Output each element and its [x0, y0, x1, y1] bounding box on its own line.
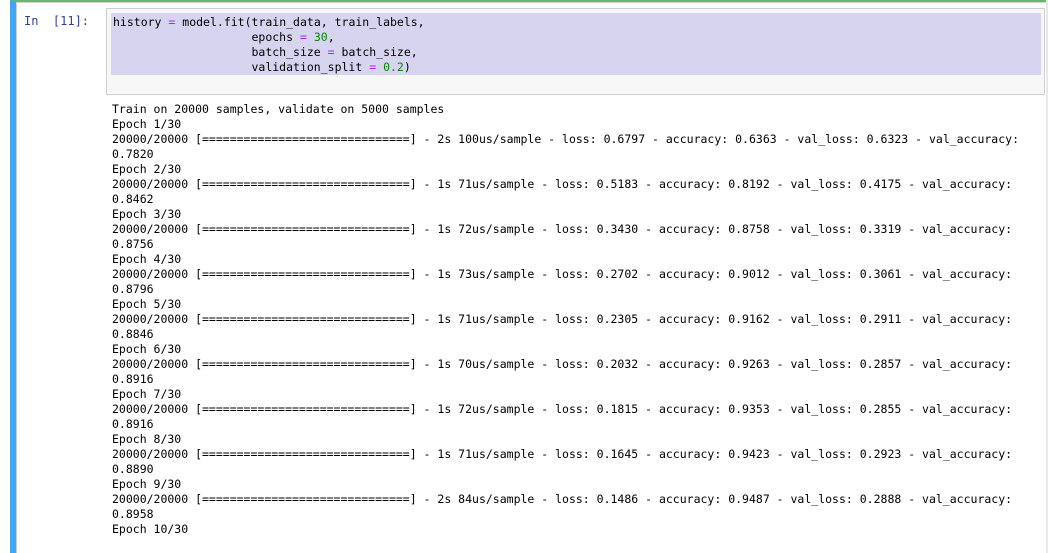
- code-operator: =: [168, 15, 176, 29]
- notebook-page: In [11]: history = model.fit(train_data,…: [0, 0, 1048, 553]
- output-line: Epoch 5/30: [112, 297, 182, 311]
- code-text[interactable]: history = model.fit(train_data, train_la…: [113, 15, 425, 75]
- output-line: 0.8916: [112, 417, 154, 431]
- output-line: 20000/20000 [===========================…: [112, 492, 1013, 506]
- output-line: Epoch 9/30: [112, 477, 182, 491]
- output-line: 0.8756: [112, 237, 154, 251]
- code-line-1: history = model.fit(train_data, train_la…: [113, 15, 425, 29]
- code-number: 0.2: [383, 60, 404, 74]
- code-value: batch_size,: [341, 45, 418, 59]
- output-line: 0.7820: [112, 147, 154, 161]
- output-line: 0.8890: [112, 462, 154, 476]
- code-arg-name: epochs: [251, 30, 294, 44]
- output-line: 20000/20000 [===========================…: [112, 357, 1013, 371]
- input-prompt: In [11]:: [24, 14, 90, 28]
- output-line: 0.8462: [112, 192, 154, 206]
- output-line: 20000/20000 [===========================…: [112, 222, 1013, 236]
- code-line-2: epochs = 30,: [113, 30, 335, 44]
- output-line: 0.8958: [112, 507, 154, 521]
- code-arg-name: batch_size: [251, 45, 321, 59]
- output-line: 0.8916: [112, 372, 154, 386]
- output-line: Epoch 4/30: [112, 252, 182, 266]
- code-punct: ): [403, 60, 411, 74]
- output-line: Epoch 3/30: [112, 207, 182, 221]
- output-line: Epoch 2/30: [112, 162, 182, 176]
- output-line: Epoch 6/30: [112, 342, 182, 356]
- output-line: 0.8796: [112, 282, 154, 296]
- output-line: Epoch 1/30: [112, 117, 182, 131]
- code-arg-name: validation_split: [251, 60, 363, 74]
- output-line: 20000/20000 [===========================…: [112, 312, 1013, 326]
- output-line: Epoch 7/30: [112, 387, 182, 401]
- cell-output: Train on 20000 samples, validate on 5000…: [112, 102, 1019, 537]
- code-line-4: validation_split = 0.2): [113, 60, 411, 74]
- code-line-3: batch_size = batch_size,: [113, 45, 418, 59]
- output-line: Epoch 8/30: [112, 432, 182, 446]
- code-punct: ,: [327, 30, 335, 44]
- output-line: Epoch 10/30: [112, 522, 189, 536]
- output-line: 20000/20000 [===========================…: [112, 132, 1019, 146]
- output-line: 0.8846: [112, 327, 154, 341]
- code-operator: =: [299, 30, 307, 44]
- output-line: 20000/20000 [===========================…: [112, 402, 1013, 416]
- output-line: Train on 20000 samples, validate on 5000…: [112, 102, 445, 116]
- code-editor[interactable]: history = model.fit(train_data, train_la…: [106, 8, 1045, 95]
- code-call: model.fit(train_data, train_labels,: [182, 15, 425, 29]
- code-var: history: [113, 15, 162, 29]
- output-line: 20000/20000 [===========================…: [112, 177, 1013, 191]
- output-line: 20000/20000 [===========================…: [112, 267, 1013, 281]
- output-line: 20000/20000 [===========================…: [112, 447, 1013, 461]
- code-number: 30: [313, 30, 328, 44]
- code-operator: =: [327, 45, 335, 59]
- code-operator: =: [369, 60, 377, 74]
